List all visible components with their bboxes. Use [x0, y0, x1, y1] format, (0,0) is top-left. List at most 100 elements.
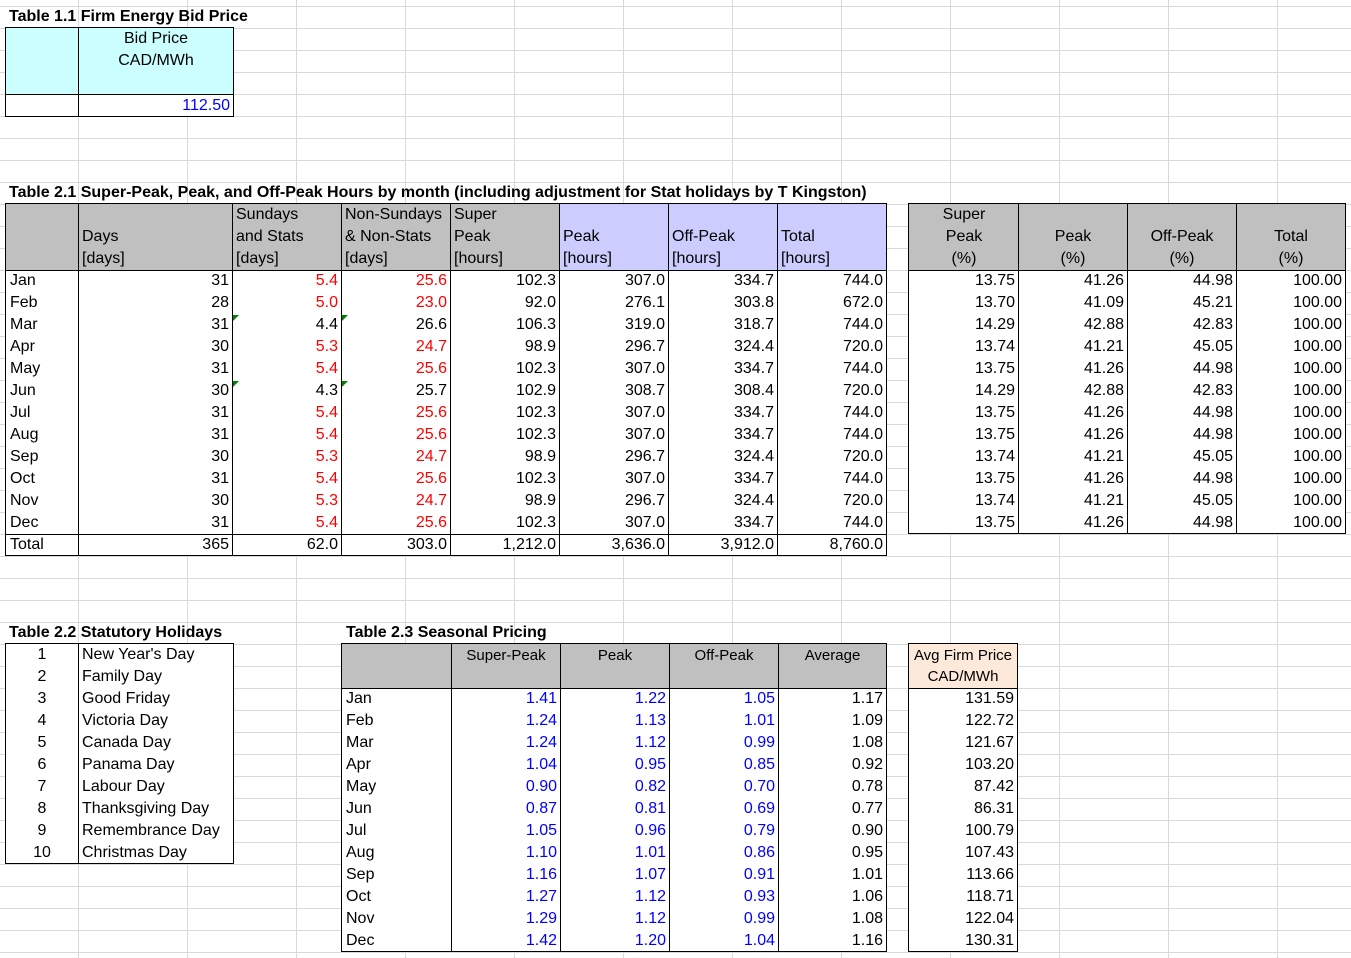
- avg-price-cell[interactable]: 131.59: [909, 688, 1017, 710]
- factor-cell[interactable]: 0.77: [779, 798, 886, 820]
- holiday-name[interactable]: Victoria Day: [79, 710, 233, 732]
- holiday-name[interactable]: Thanksgiving Day: [79, 798, 233, 820]
- factor-cell[interactable]: 0.82: [561, 776, 669, 798]
- factor-cell[interactable]: 1.27: [452, 886, 560, 908]
- factor-cell[interactable]: 0.87: [452, 798, 560, 820]
- value-cell[interactable]: 744.0: [778, 512, 886, 534]
- factor-cell[interactable]: 1.16: [779, 930, 886, 952]
- value-cell[interactable]: 31: [79, 424, 232, 446]
- factor-cell[interactable]: 0.85: [670, 754, 778, 776]
- value-cell[interactable]: 744.0: [778, 270, 886, 292]
- percent-cell[interactable]: 100.00: [1237, 292, 1345, 314]
- value-cell[interactable]: 31: [79, 314, 232, 336]
- holiday-number[interactable]: 7: [6, 776, 78, 798]
- percent-cell[interactable]: 13.75: [910, 358, 1018, 380]
- value-cell[interactable]: 102.3: [451, 468, 559, 490]
- month-cell[interactable]: Feb: [7, 292, 78, 314]
- percent-cell[interactable]: 100.00: [1237, 402, 1345, 424]
- percent-cell[interactable]: 45.05: [1128, 490, 1236, 512]
- holiday-number[interactable]: 10: [6, 842, 78, 864]
- holiday-name[interactable]: Remembrance Day: [79, 820, 233, 842]
- holiday-number[interactable]: 2: [6, 666, 78, 688]
- value-cell[interactable]: 744.0: [778, 358, 886, 380]
- value-cell[interactable]: 334.7: [669, 468, 777, 490]
- value-cell[interactable]: 307.0: [560, 468, 668, 490]
- value-cell[interactable]: 25.6: [342, 468, 450, 490]
- month-cell[interactable]: Jan: [343, 688, 451, 710]
- value-cell[interactable]: 334.7: [669, 270, 777, 292]
- percent-cell[interactable]: 41.26: [1019, 402, 1127, 424]
- value-cell[interactable]: 30: [79, 446, 232, 468]
- value-cell[interactable]: 5.4: [233, 512, 341, 534]
- value-cell[interactable]: 102.3: [451, 270, 559, 292]
- value-cell[interactable]: 8,760.0: [778, 534, 886, 556]
- percent-cell[interactable]: 13.74: [910, 336, 1018, 358]
- value-cell[interactable]: 25.6: [342, 270, 450, 292]
- value-cell[interactable]: 5.4: [233, 402, 341, 424]
- value-cell[interactable]: 303.0: [342, 534, 450, 556]
- percent-cell[interactable]: 41.21: [1019, 336, 1127, 358]
- percent-cell[interactable]: 100.00: [1237, 314, 1345, 336]
- value-cell[interactable]: 318.7: [669, 314, 777, 336]
- percent-cell[interactable]: 41.26: [1019, 270, 1127, 292]
- value-cell[interactable]: 25.6: [342, 512, 450, 534]
- factor-cell[interactable]: 1.05: [670, 688, 778, 710]
- value-cell[interactable]: 28: [79, 292, 232, 314]
- factor-cell[interactable]: 0.69: [670, 798, 778, 820]
- bid-price-cell[interactable]: 112.50: [79, 95, 233, 117]
- month-cell[interactable]: Sep: [343, 864, 451, 886]
- percent-cell[interactable]: 41.21: [1019, 446, 1127, 468]
- value-cell[interactable]: 31: [79, 270, 232, 292]
- value-cell[interactable]: 3,912.0: [669, 534, 777, 556]
- value-cell[interactable]: 308.7: [560, 380, 668, 402]
- factor-cell[interactable]: 0.96: [561, 820, 669, 842]
- value-cell[interactable]: 25.6: [342, 424, 450, 446]
- month-cell[interactable]: Jun: [343, 798, 451, 820]
- value-cell[interactable]: 296.7: [560, 336, 668, 358]
- value-cell[interactable]: 307.0: [560, 512, 668, 534]
- value-cell[interactable]: 307.0: [560, 358, 668, 380]
- factor-cell[interactable]: 1.08: [779, 908, 886, 930]
- value-cell[interactable]: 4.4: [233, 314, 341, 336]
- value-cell[interactable]: 5.3: [233, 446, 341, 468]
- value-cell[interactable]: 744.0: [778, 402, 886, 424]
- percent-cell[interactable]: 41.26: [1019, 424, 1127, 446]
- avg-price-cell[interactable]: 87.42: [909, 776, 1017, 798]
- month-cell[interactable]: Nov: [7, 490, 78, 512]
- value-cell[interactable]: 30: [79, 490, 232, 512]
- percent-cell[interactable]: 13.75: [910, 424, 1018, 446]
- factor-cell[interactable]: 1.04: [452, 754, 560, 776]
- factor-cell[interactable]: 1.09: [779, 710, 886, 732]
- factor-cell[interactable]: 1.10: [452, 842, 560, 864]
- factor-cell[interactable]: 1.01: [561, 842, 669, 864]
- factor-cell[interactable]: 0.92: [779, 754, 886, 776]
- factor-cell[interactable]: 0.93: [670, 886, 778, 908]
- factor-cell[interactable]: 0.90: [779, 820, 886, 842]
- value-cell[interactable]: 303.8: [669, 292, 777, 314]
- percent-cell[interactable]: 13.75: [910, 468, 1018, 490]
- value-cell[interactable]: 365: [79, 534, 232, 556]
- value-cell[interactable]: 31: [79, 512, 232, 534]
- value-cell[interactable]: 62.0: [233, 534, 341, 556]
- factor-cell[interactable]: 1.16: [452, 864, 560, 886]
- avg-price-cell[interactable]: 107.43: [909, 842, 1017, 864]
- percent-cell[interactable]: 100.00: [1237, 490, 1345, 512]
- holiday-name[interactable]: Panama Day: [79, 754, 233, 776]
- month-cell[interactable]: Aug: [7, 424, 78, 446]
- value-cell[interactable]: 4.3: [233, 380, 341, 402]
- percent-cell[interactable]: 100.00: [1237, 512, 1345, 534]
- value-cell[interactable]: 98.9: [451, 446, 559, 468]
- value-cell[interactable]: 25.6: [342, 358, 450, 380]
- month-cell[interactable]: Apr: [7, 336, 78, 358]
- avg-price-cell[interactable]: 103.20: [909, 754, 1017, 776]
- factor-cell[interactable]: 0.90: [452, 776, 560, 798]
- percent-cell[interactable]: 42.88: [1019, 380, 1127, 402]
- avg-price-cell[interactable]: 121.67: [909, 732, 1017, 754]
- value-cell[interactable]: 31: [79, 402, 232, 424]
- percent-cell[interactable]: 14.29: [910, 380, 1018, 402]
- value-cell[interactable]: 307.0: [560, 402, 668, 424]
- month-cell[interactable]: Dec: [7, 512, 78, 534]
- percent-cell[interactable]: 100.00: [1237, 468, 1345, 490]
- month-cell[interactable]: Total: [7, 534, 78, 556]
- percent-cell[interactable]: 42.83: [1128, 380, 1236, 402]
